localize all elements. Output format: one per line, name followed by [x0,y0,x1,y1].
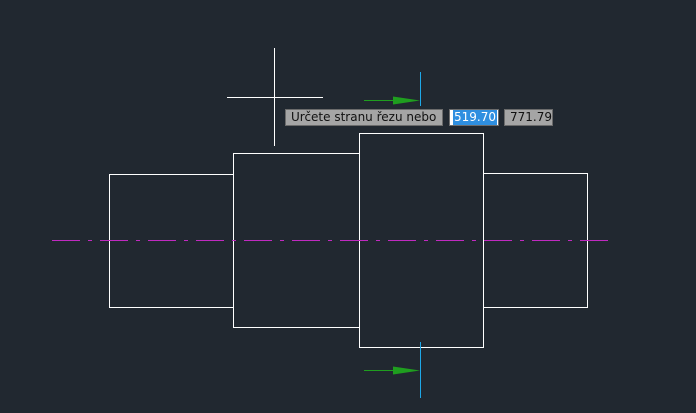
model-space[interactable] [0,0,696,413]
direction-arrow-icon [364,96,420,105]
crosshair-cursor-icon [227,48,323,146]
direction-arrow-icon [364,366,420,375]
dynamic-input-field-1-value[interactable]: 519.70 [453,110,497,125]
dynamic-input-field-2-value[interactable]: 771.79 [510,110,552,124]
dynamic-input-prompt: Určete stranu řezu nebo [285,109,443,126]
dynamic-input-prompt-text: Určete stranu řezu nebo [291,110,437,124]
dynamic-input-field-1[interactable]: 519.70 [449,109,499,126]
dynamic-input-field-2[interactable]: 771.79 [504,109,553,126]
drawing-canvas[interactable]: Určete stranu řezu nebo 519.70 771.79 [0,0,696,413]
